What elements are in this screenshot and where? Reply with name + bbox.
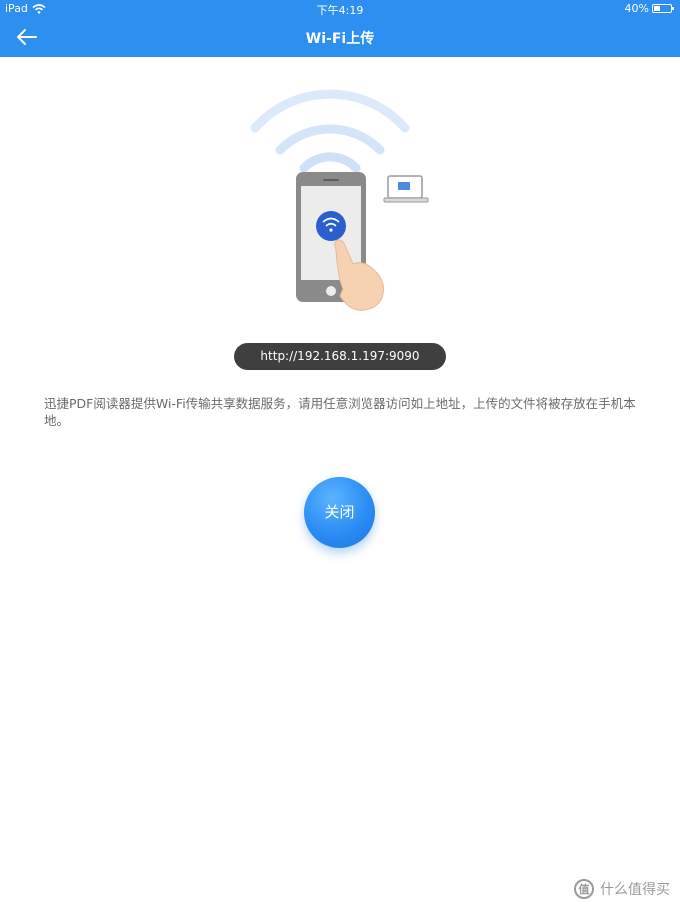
page-title: Wi-Fi上传 [305,31,375,47]
description-text: 迅捷PDF阅读器提供Wi-Fi传输共享数据服务，请用任意浏览器访问如上地址，上传… [44,396,636,428]
status-bar: iPad 下午4:19 40% [0,0,680,18]
nav-bar: Wi-Fi上传 [0,18,680,57]
watermark-text: 什么值得买 [600,882,670,898]
server-address-pill: http://192.168.1.197:9090 [234,343,446,370]
wifi-wave-middle [275,124,385,155]
battery-fill [654,6,661,11]
battery-percent: 40% [624,2,649,15]
battery-icon [652,4,674,13]
watermark-logo-icon: 值 [574,879,594,899]
wifi-wave-outer [250,89,410,133]
wifi-wave-inner [299,152,361,173]
battery-group: 40% [624,2,674,15]
status-time: 下午4:19 [316,4,364,17]
laptop-icon [383,175,429,203]
app-header: iPad 下午4:19 40% Wi-Fi上传 [0,0,680,57]
watermark: 值 什么值得买 [574,879,670,899]
close-button[interactable]: 关闭 [304,477,375,548]
wifi-phone-transfer-illustration [240,82,440,317]
